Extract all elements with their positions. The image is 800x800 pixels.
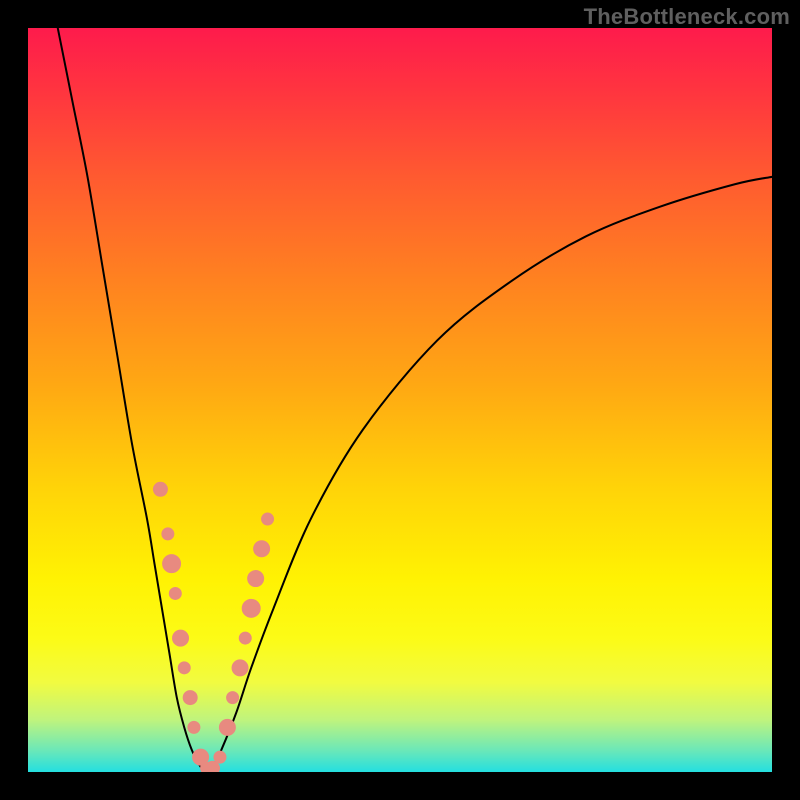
- data-marker: [169, 587, 181, 599]
- bottleneck-chart-svg: [28, 28, 772, 772]
- data-marker: [163, 555, 181, 573]
- data-marker: [188, 721, 200, 733]
- data-marker: [242, 599, 260, 617]
- data-marker: [232, 660, 248, 676]
- data-marker: [239, 632, 251, 644]
- data-marker: [214, 751, 226, 763]
- data-marker: [153, 482, 167, 496]
- data-marker: [262, 513, 274, 525]
- bottleneck-curve: [58, 28, 772, 772]
- data-marker: [254, 541, 270, 557]
- data-marker: [162, 528, 174, 540]
- chart-plot-area: [28, 28, 772, 772]
- data-marker: [183, 691, 197, 705]
- data-marker: [178, 662, 190, 674]
- watermark-text: TheBottleneck.com: [584, 4, 790, 30]
- data-marker: [219, 719, 235, 735]
- data-marker: [227, 692, 239, 704]
- data-marker: [248, 571, 264, 587]
- data-marker: [173, 630, 189, 646]
- data-markers: [153, 482, 273, 772]
